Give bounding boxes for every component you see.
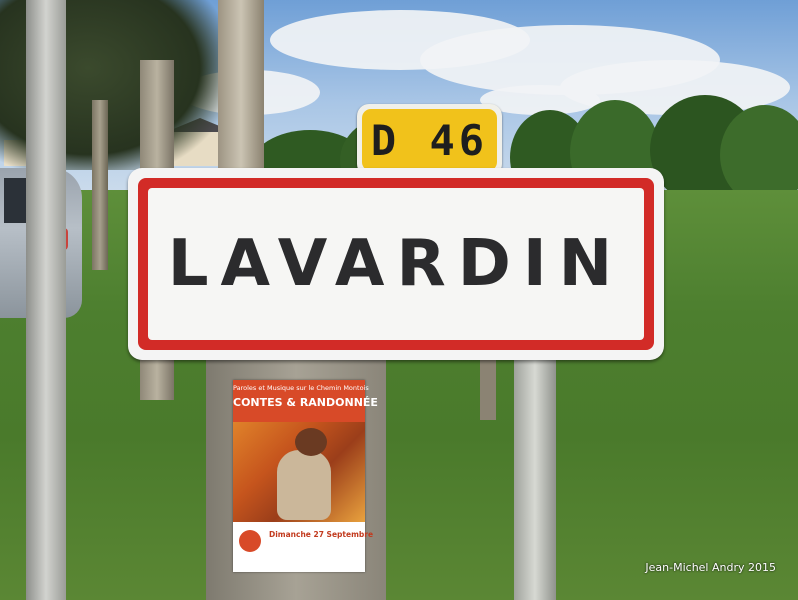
tree-trunk [92, 100, 108, 270]
metal-pole [26, 0, 66, 600]
poster-footer: Dimanche 27 Septembre [233, 522, 373, 572]
poster-title: CONTES & RANDONNÉE [233, 396, 378, 409]
poster-header: Paroles et Musique sur le Chemin Montois… [233, 380, 378, 422]
poster-date: Dimanche 27 Septembre [269, 530, 374, 539]
sign-red-border: LAVARDIN [138, 178, 654, 350]
backpack-figure [277, 450, 331, 520]
poster-subtitle: Paroles et Musique sur le Chemin Montois [233, 384, 369, 392]
hiker-head [295, 428, 327, 456]
event-poster: Paroles et Musique sur le Chemin Montois… [233, 380, 378, 572]
town-entry-sign: LAVARDIN [128, 168, 664, 360]
wooden-post [218, 0, 264, 175]
photo-credit: Jean-Michel Andry 2015 [645, 561, 776, 574]
poster-photo [233, 422, 365, 522]
route-number: D 46 [370, 115, 489, 165]
photo-scene: D 46 LAVARDIN Paroles et Musique sur le … [0, 0, 798, 600]
poster-logo [239, 530, 261, 552]
sign-face: LAVARDIN [148, 188, 644, 340]
route-number-plate: D 46 [357, 104, 502, 176]
town-name: LAVARDIN [167, 227, 625, 301]
sign-post [514, 345, 556, 600]
route-plate-face: D 46 [362, 109, 497, 171]
